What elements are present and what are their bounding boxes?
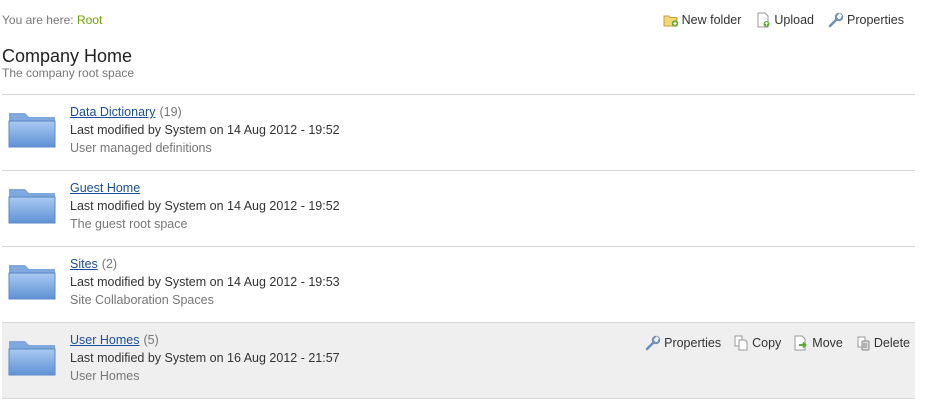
- item-count: (19): [159, 105, 182, 119]
- delete-button[interactable]: Delete: [855, 335, 910, 351]
- breadcrumb-prefix: You are here:: [2, 13, 74, 27]
- item-count: (2): [101, 257, 118, 271]
- folder-description: User Homes: [70, 369, 140, 383]
- wrench-icon: [645, 335, 661, 351]
- move-button[interactable]: Move: [793, 335, 843, 351]
- copy-icon: [733, 335, 749, 351]
- page-subtitle: The company root space: [2, 66, 135, 80]
- modified-info: Last modified by System on 16 Aug 2012 -…: [70, 351, 340, 365]
- toolbar: New folder Upload Properties: [663, 12, 904, 28]
- list-item[interactable]: Sites (2) Last modified by System on 14 A…: [2, 247, 915, 323]
- item-count: (5): [143, 333, 159, 347]
- folder-name-link[interactable]: Data Dictionary: [70, 105, 155, 119]
- row-properties-label: Properties: [664, 336, 722, 350]
- folder-name-link[interactable]: Sites: [70, 257, 98, 271]
- page-header: Company Home The company root space: [2, 46, 134, 80]
- copy-label: Copy: [752, 336, 782, 350]
- properties-label: Properties: [847, 13, 904, 27]
- properties-button[interactable]: Properties: [828, 12, 904, 28]
- folder-description: User managed definitions: [70, 141, 212, 155]
- breadcrumb: You are here: Root: [2, 13, 102, 27]
- folder-icon[interactable]: [8, 185, 56, 225]
- move-label: Move: [812, 336, 843, 350]
- new-folder-icon: [663, 12, 679, 28]
- folder-icon[interactable]: [8, 261, 56, 301]
- upload-icon: [755, 12, 771, 28]
- modified-info: Last modified by System on 14 Aug 2012 -…: [70, 275, 340, 289]
- wrench-icon: [828, 12, 844, 28]
- folder-description: Site Collaboration Spaces: [70, 293, 214, 307]
- folder-list: Data Dictionary (19) Last modified by Sys…: [2, 94, 915, 399]
- folder-name-link[interactable]: Guest Home: [70, 181, 140, 195]
- page-title: Company Home: [2, 46, 133, 66]
- breadcrumb-root-link[interactable]: Root: [77, 13, 102, 27]
- list-item[interactable]: Guest Home Last modified by System on 14…: [2, 171, 915, 247]
- move-icon: [793, 335, 809, 351]
- new-folder-label: New folder: [681, 13, 742, 27]
- folder-description: The guest root space: [70, 217, 188, 231]
- folder-icon[interactable]: [8, 109, 56, 149]
- row-properties-button[interactable]: Properties: [645, 335, 721, 351]
- folder-icon[interactable]: [8, 337, 56, 377]
- upload-button[interactable]: Upload: [755, 12, 814, 28]
- copy-button[interactable]: Copy: [733, 335, 781, 351]
- delete-icon: [855, 335, 871, 351]
- folder-name-link[interactable]: User Homes: [70, 333, 139, 347]
- modified-info: Last modified by System on 14 Aug 2012 -…: [70, 199, 340, 213]
- row-actions: Properties Copy Move Delete: [645, 335, 910, 351]
- new-folder-button[interactable]: New folder: [663, 12, 742, 28]
- list-item[interactable]: User Homes (5) Last modified by System on…: [2, 323, 915, 399]
- delete-label: Delete: [873, 336, 910, 350]
- modified-info: Last modified by System on 14 Aug 2012 -…: [70, 123, 340, 137]
- list-item[interactable]: Data Dictionary (19) Last modified by Sys…: [2, 95, 915, 171]
- upload-label: Upload: [774, 13, 815, 27]
